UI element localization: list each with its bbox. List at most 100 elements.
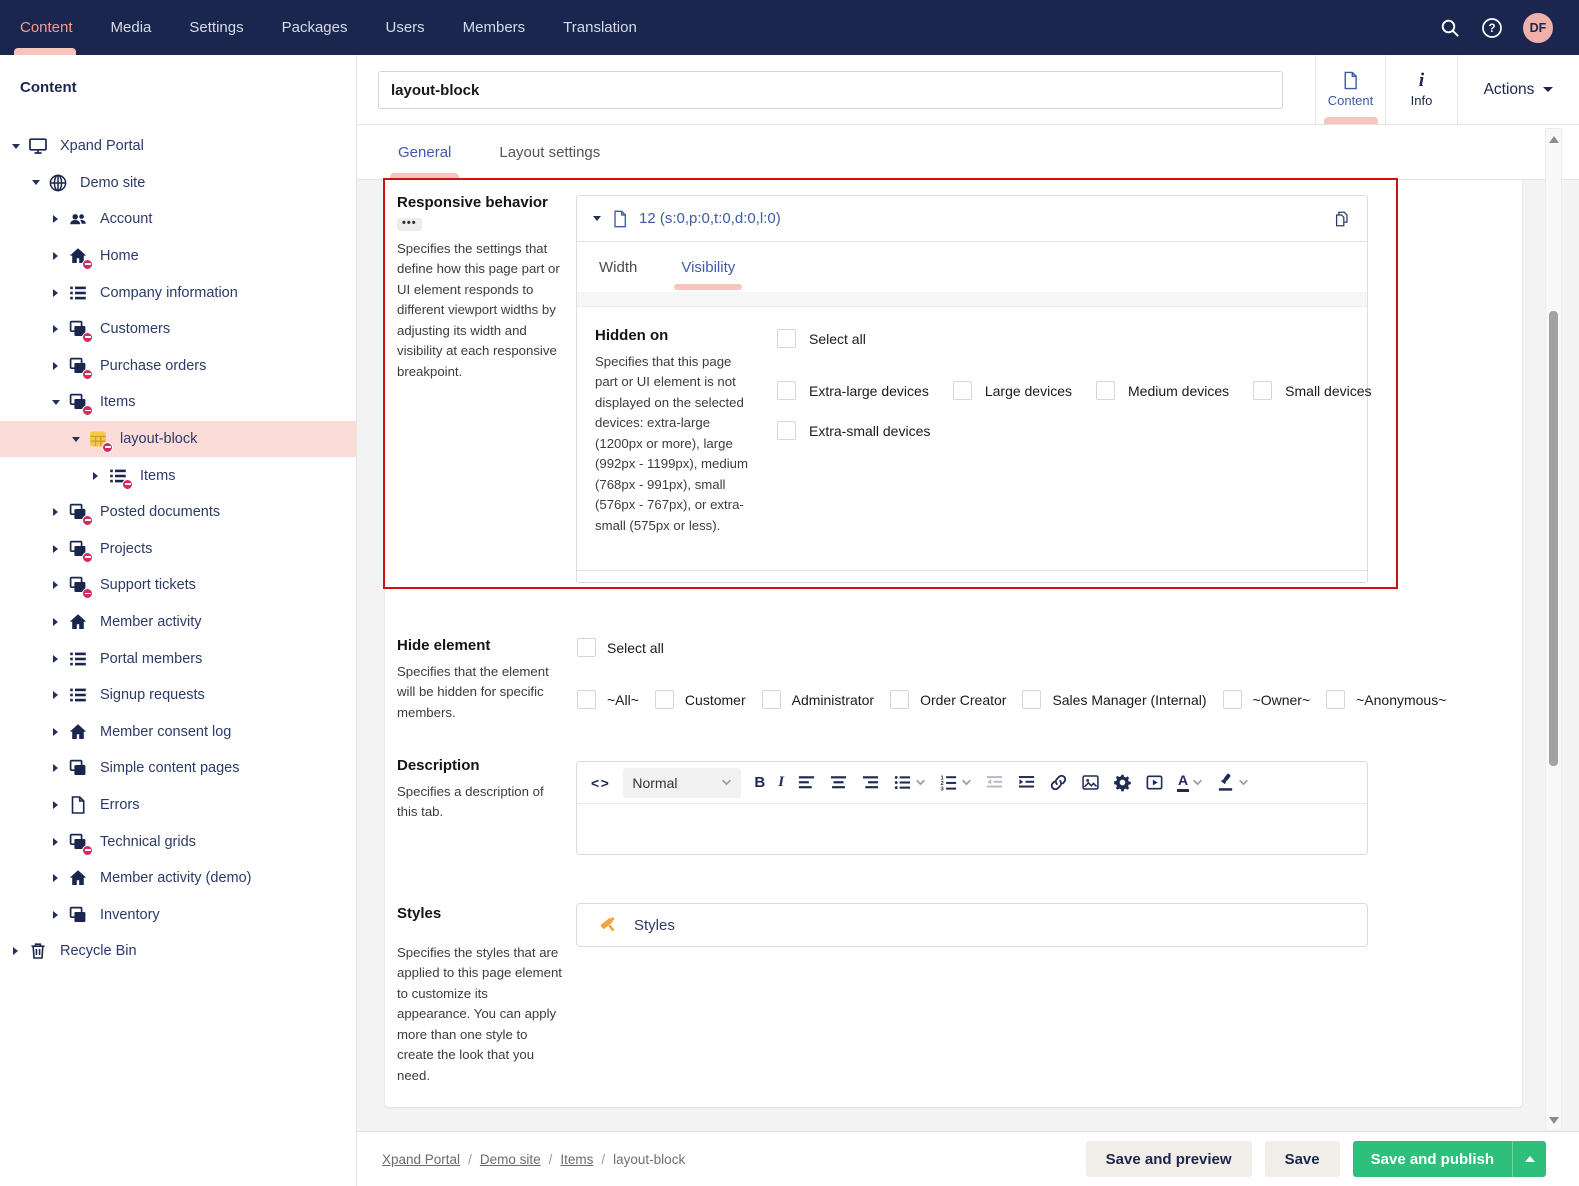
checkbox-order-creator[interactable] <box>890 690 909 709</box>
tree-item-demo-site[interactable]: Demo site <box>0 165 356 202</box>
tree-expand-caret[interactable] <box>48 911 63 919</box>
save-button[interactable]: Save <box>1265 1141 1340 1177</box>
style-select[interactable]: Normal <box>623 768 741 798</box>
avatar[interactable]: DF <box>1523 13 1553 43</box>
nav-item-packages[interactable]: Packages <box>282 0 348 55</box>
save-and-publish-button[interactable]: Save and publish <box>1353 1141 1546 1177</box>
tree-item-technical-grids[interactable]: Technical grids <box>0 823 356 860</box>
checkbox-extra-large-devices[interactable] <box>777 381 796 400</box>
breakpoint-item-link[interactable]: 12 (s:0,p:0,t:0,d:0,l:0) <box>639 210 781 227</box>
checkbox-small-devices[interactable] <box>1253 381 1272 400</box>
view-tab-info[interactable]: i Info <box>1385 55 1457 124</box>
tree-item-projects[interactable]: Projects <box>0 531 356 568</box>
scrollbar-thumb[interactable] <box>1549 311 1558 766</box>
tree-item-items[interactable]: Items <box>0 384 356 421</box>
tree-expand-caret[interactable] <box>48 874 63 882</box>
tree-expand-caret[interactable] <box>8 947 23 955</box>
code-icon[interactable]: <> <box>591 775 610 791</box>
tree-expand-caret[interactable] <box>48 289 63 297</box>
tree-item-company-information[interactable]: Company information <box>0 274 356 311</box>
highlight-icon[interactable] <box>1216 773 1235 792</box>
checkbox-anonymous[interactable] <box>1326 690 1345 709</box>
select-all-members[interactable]: Select all <box>577 638 664 657</box>
tree-item-signup-requests[interactable]: Signup requests <box>0 677 356 714</box>
view-tab-content[interactable]: Content <box>1315 55 1385 124</box>
tree-item-member-consent-log[interactable]: Member consent log <box>0 714 356 751</box>
tab-layout-settings[interactable]: Layout settings <box>499 144 600 161</box>
tree-item-account[interactable]: Account <box>0 201 356 238</box>
checkbox-administrator[interactable] <box>762 690 781 709</box>
nav-item-translation[interactable]: Translation <box>563 0 637 55</box>
select-all-members-checkbox[interactable] <box>577 638 596 657</box>
breadcrumb-items[interactable]: Items <box>560 1152 593 1167</box>
chevron-down-icon[interactable] <box>915 777 926 788</box>
help-icon[interactable]: ? <box>1481 17 1503 39</box>
vertical-scrollbar[interactable] <box>1545 128 1562 1131</box>
collapse-caret-icon[interactable] <box>593 216 601 221</box>
checkbox-all[interactable] <box>577 690 596 709</box>
tree-expand-caret[interactable] <box>68 437 83 442</box>
tree-expand-caret[interactable] <box>8 144 23 149</box>
checkbox-customer[interactable] <box>655 690 674 709</box>
bullet-list-icon[interactable] <box>893 773 912 792</box>
tree-expand-caret[interactable] <box>48 801 63 809</box>
publish-options-toggle[interactable] <box>1512 1141 1546 1177</box>
align-left-icon[interactable] <box>797 773 816 792</box>
tree-expand-caret[interactable] <box>48 618 63 626</box>
more-options-button[interactable]: ••• <box>397 218 422 231</box>
tree-item-items[interactable]: Items <box>0 457 356 494</box>
option-small-devices[interactable]: Small devices <box>1253 381 1371 400</box>
tree-item-member-activity[interactable]: Member activity <box>0 604 356 641</box>
rte-editing-area[interactable] <box>577 804 1367 854</box>
align-right-icon[interactable] <box>861 773 880 792</box>
nav-item-members[interactable]: Members <box>463 0 526 55</box>
breadcrumb-demo-site[interactable]: Demo site <box>480 1152 541 1167</box>
tree-expand-caret[interactable] <box>48 691 63 699</box>
option-owner[interactable]: ~Owner~ <box>1223 690 1311 709</box>
tree-item-simple-content-pages[interactable]: Simple content pages <box>0 750 356 787</box>
nav-item-media[interactable]: Media <box>111 0 152 55</box>
option-extra-large-devices[interactable]: Extra-large devices <box>777 381 929 400</box>
checkbox-sales-manager-internal[interactable] <box>1022 690 1041 709</box>
option-medium-devices[interactable]: Medium devices <box>1096 381 1229 400</box>
ordered-list-icon[interactable]: 123 <box>939 773 958 792</box>
save-and-preview-button[interactable]: Save and preview <box>1086 1141 1252 1177</box>
option-sales-manager-internal[interactable]: Sales Manager (Internal) <box>1022 690 1206 709</box>
tree-expand-caret[interactable] <box>48 838 63 846</box>
bold-icon[interactable]: B <box>754 774 765 791</box>
tree-item-xpand-portal[interactable]: Xpand Portal <box>0 128 356 165</box>
tree-expand-caret[interactable] <box>48 215 63 223</box>
option-anonymous[interactable]: ~Anonymous~ <box>1326 690 1446 709</box>
tree-item-support-tickets[interactable]: Support tickets <box>0 567 356 604</box>
chevron-down-icon[interactable] <box>1238 777 1249 788</box>
tree-expand-caret[interactable] <box>48 728 63 736</box>
tree-item-home[interactable]: Home <box>0 238 356 275</box>
tab-general[interactable]: General <box>398 144 451 161</box>
tree-item-errors[interactable]: Errors <box>0 787 356 824</box>
scroll-up-arrow[interactable] <box>1546 131 1561 147</box>
nav-item-settings[interactable]: Settings <box>189 0 243 55</box>
tree-expand-caret[interactable] <box>48 545 63 553</box>
copy-icon[interactable] <box>1333 210 1351 228</box>
styles-picker[interactable]: Styles <box>576 903 1368 947</box>
option-order-creator[interactable]: Order Creator <box>890 690 1006 709</box>
italic-icon[interactable]: I <box>778 774 784 791</box>
option-all[interactable]: ~All~ <box>577 690 639 709</box>
tree-item-portal-members[interactable]: Portal members <box>0 640 356 677</box>
indent-icon[interactable] <box>1017 773 1036 792</box>
nav-item-users[interactable]: Users <box>385 0 424 55</box>
tree-expand-caret[interactable] <box>48 508 63 516</box>
option-extra-small-devices[interactable]: Extra-small devices <box>777 421 930 440</box>
tree-expand-caret[interactable] <box>28 180 43 185</box>
tree-expand-caret[interactable] <box>48 362 63 370</box>
chevron-down-icon[interactable] <box>1192 777 1203 788</box>
tree-item-purchase-orders[interactable]: Purchase orders <box>0 348 356 385</box>
tree-expand-caret[interactable] <box>48 325 63 333</box>
scroll-down-arrow[interactable] <box>1546 1112 1561 1128</box>
settings-icon[interactable] <box>1113 773 1132 792</box>
option-large-devices[interactable]: Large devices <box>953 381 1072 400</box>
link-icon[interactable] <box>1049 773 1068 792</box>
checkbox-owner[interactable] <box>1223 690 1242 709</box>
tree-expand-caret[interactable] <box>48 764 63 772</box>
checkbox-extra-small-devices[interactable] <box>777 421 796 440</box>
